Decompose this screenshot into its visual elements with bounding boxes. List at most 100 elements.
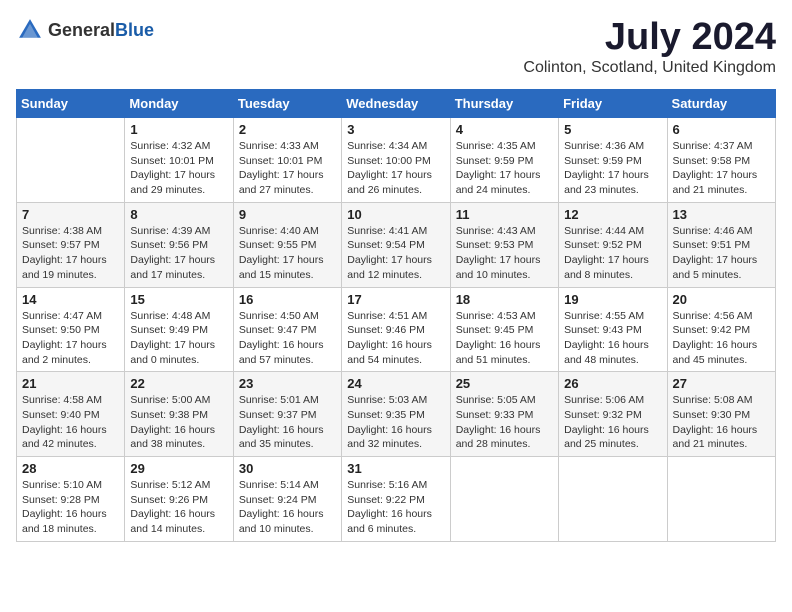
day-number: 20 [673,292,770,307]
day-info: Sunrise: 4:36 AMSunset: 9:59 PMDaylight:… [564,139,661,198]
location-title: Colinton, Scotland, United Kingdom [523,59,776,77]
day-number: 23 [239,376,336,391]
day-info: Sunrise: 4:48 AMSunset: 9:49 PMDaylight:… [130,309,227,368]
calendar-cell [559,457,667,542]
calendar-cell: 3Sunrise: 4:34 AMSunset: 10:00 PMDayligh… [342,118,450,203]
calendar-cell: 5 Sunrise: 4:36 AMSunset: 9:59 PMDaylight… [559,118,667,203]
calendar-table: SundayMondayTuesdayWednesdayThursdayFrid… [16,89,776,542]
day-number: 6 [673,122,770,137]
day-info: Sunrise: 4:39 AMSunset: 9:56 PMDaylight:… [130,224,227,283]
weekday-header-friday: Friday [559,90,667,118]
week-row-1: 1 Sunrise: 4:32 AMSunset: 10:01 PMDayligh… [17,118,776,203]
day-number: 17 [347,292,444,307]
day-number: 13 [673,207,770,222]
day-number: 26 [564,376,661,391]
weekday-header-thursday: Thursday [450,90,558,118]
calendar-cell: 16 Sunrise: 4:50 AMSunset: 9:47 PMDayligh… [233,287,341,372]
week-row-3: 14 Sunrise: 4:47 AMSunset: 9:50 PMDayligh… [17,287,776,372]
day-number: 11 [456,207,553,222]
calendar-cell: 26 Sunrise: 5:06 AMSunset: 9:32 PMDayligh… [559,372,667,457]
day-number: 3 [347,122,444,137]
day-info: Sunrise: 4:56 AMSunset: 9:42 PMDaylight:… [673,309,770,368]
calendar-cell: 6 Sunrise: 4:37 AMSunset: 9:58 PMDaylight… [667,118,775,203]
calendar-cell: 24 Sunrise: 5:03 AMSunset: 9:35 PMDayligh… [342,372,450,457]
month-title: July 2024 [523,16,776,59]
day-info: Sunrise: 4:46 AMSunset: 9:51 PMDaylight:… [673,224,770,283]
day-info: Sunrise: 5:00 AMSunset: 9:38 PMDaylight:… [130,393,227,452]
day-info: Sunrise: 5:12 AMSunset: 9:26 PMDaylight:… [130,478,227,537]
calendar-cell: 4 Sunrise: 4:35 AMSunset: 9:59 PMDaylight… [450,118,558,203]
day-info: Sunrise: 5:01 AMSunset: 9:37 PMDaylight:… [239,393,336,452]
calendar-cell: 1 Sunrise: 4:32 AMSunset: 10:01 PMDayligh… [125,118,233,203]
day-number: 22 [130,376,227,391]
day-number: 1 [130,122,227,137]
day-number: 15 [130,292,227,307]
calendar-cell: 27 Sunrise: 5:08 AMSunset: 9:30 PMDayligh… [667,372,775,457]
calendar-cell: 17 Sunrise: 4:51 AMSunset: 9:46 PMDayligh… [342,287,450,372]
day-number: 30 [239,461,336,476]
day-info: Sunrise: 4:55 AMSunset: 9:43 PMDaylight:… [564,309,661,368]
calendar-cell: 20 Sunrise: 4:56 AMSunset: 9:42 PMDayligh… [667,287,775,372]
day-info: Sunrise: 5:06 AMSunset: 9:32 PMDaylight:… [564,393,661,452]
calendar-cell: 19 Sunrise: 4:55 AMSunset: 9:43 PMDayligh… [559,287,667,372]
weekday-header-tuesday: Tuesday [233,90,341,118]
day-number: 14 [22,292,119,307]
day-info: Sunrise: 4:33 AMSunset: 10:01 PMDaylight… [239,139,336,198]
calendar-cell: 8 Sunrise: 4:39 AMSunset: 9:56 PMDaylight… [125,202,233,287]
page-header: GeneralBlue July 2024 Colinton, Scotland… [16,16,776,77]
calendar-cell: 31 Sunrise: 5:16 AMSunset: 9:22 PMDayligh… [342,457,450,542]
day-info: Sunrise: 4:50 AMSunset: 9:47 PMDaylight:… [239,309,336,368]
day-info: Sunrise: 4:47 AMSunset: 9:50 PMDaylight:… [22,309,119,368]
logo-blue: Blue [115,20,154,40]
day-number: 12 [564,207,661,222]
calendar-cell: 28Sunrise: 5:10 AMSunset: 9:28 PMDayligh… [17,457,125,542]
day-info: Sunrise: 4:58 AMSunset: 9:40 PMDaylight:… [22,393,119,452]
day-number: 31 [347,461,444,476]
day-info: Sunrise: 4:51 AMSunset: 9:46 PMDaylight:… [347,309,444,368]
day-number: 16 [239,292,336,307]
day-number: 21 [22,376,119,391]
logo-icon [16,16,44,44]
day-number: 5 [564,122,661,137]
day-info: Sunrise: 5:16 AMSunset: 9:22 PMDaylight:… [347,478,444,537]
calendar-cell: 18Sunrise: 4:53 AMSunset: 9:45 PMDayligh… [450,287,558,372]
day-info: Sunrise: 4:32 AMSunset: 10:01 PMDaylight… [130,139,227,198]
week-row-4: 21 Sunrise: 4:58 AMSunset: 9:40 PMDayligh… [17,372,776,457]
day-info: Sunrise: 4:41 AMSunset: 9:54 PMDaylight:… [347,224,444,283]
day-number: 29 [130,461,227,476]
day-info: Sunrise: 4:40 AMSunset: 9:55 PMDaylight:… [239,224,336,283]
logo-general: General [48,20,115,40]
weekday-header-wednesday: Wednesday [342,90,450,118]
calendar-cell [667,457,775,542]
calendar-cell: 13 Sunrise: 4:46 AMSunset: 9:51 PMDayligh… [667,202,775,287]
day-number: 9 [239,207,336,222]
day-number: 27 [673,376,770,391]
day-info: Sunrise: 4:37 AMSunset: 9:58 PMDaylight:… [673,139,770,198]
calendar-cell: 25 Sunrise: 5:05 AMSunset: 9:33 PMDayligh… [450,372,558,457]
day-info: Sunrise: 4:35 AMSunset: 9:59 PMDaylight:… [456,139,553,198]
day-number: 28 [22,461,119,476]
day-info: Sunrise: 5:05 AMSunset: 9:33 PMDaylight:… [456,393,553,452]
day-number: 25 [456,376,553,391]
day-number: 24 [347,376,444,391]
calendar-cell: 11 Sunrise: 4:43 AMSunset: 9:53 PMDayligh… [450,202,558,287]
week-row-2: 7 Sunrise: 4:38 AMSunset: 9:57 PMDaylight… [17,202,776,287]
calendar-cell: 2Sunrise: 4:33 AMSunset: 10:01 PMDayligh… [233,118,341,203]
weekday-header-monday: Monday [125,90,233,118]
calendar-cell: 7 Sunrise: 4:38 AMSunset: 9:57 PMDaylight… [17,202,125,287]
day-info: Sunrise: 4:38 AMSunset: 9:57 PMDaylight:… [22,224,119,283]
day-number: 18 [456,292,553,307]
day-info: Sunrise: 4:43 AMSunset: 9:53 PMDaylight:… [456,224,553,283]
calendar-cell [17,118,125,203]
day-number: 7 [22,207,119,222]
day-info: Sunrise: 5:03 AMSunset: 9:35 PMDaylight:… [347,393,444,452]
logo: GeneralBlue [16,16,154,44]
calendar-cell: 23 Sunrise: 5:01 AMSunset: 9:37 PMDayligh… [233,372,341,457]
day-info: Sunrise: 5:08 AMSunset: 9:30 PMDaylight:… [673,393,770,452]
weekday-header-sunday: Sunday [17,90,125,118]
day-number: 8 [130,207,227,222]
calendar-cell: 14 Sunrise: 4:47 AMSunset: 9:50 PMDayligh… [17,287,125,372]
calendar-cell: 9 Sunrise: 4:40 AMSunset: 9:55 PMDaylight… [233,202,341,287]
day-number: 4 [456,122,553,137]
day-number: 19 [564,292,661,307]
